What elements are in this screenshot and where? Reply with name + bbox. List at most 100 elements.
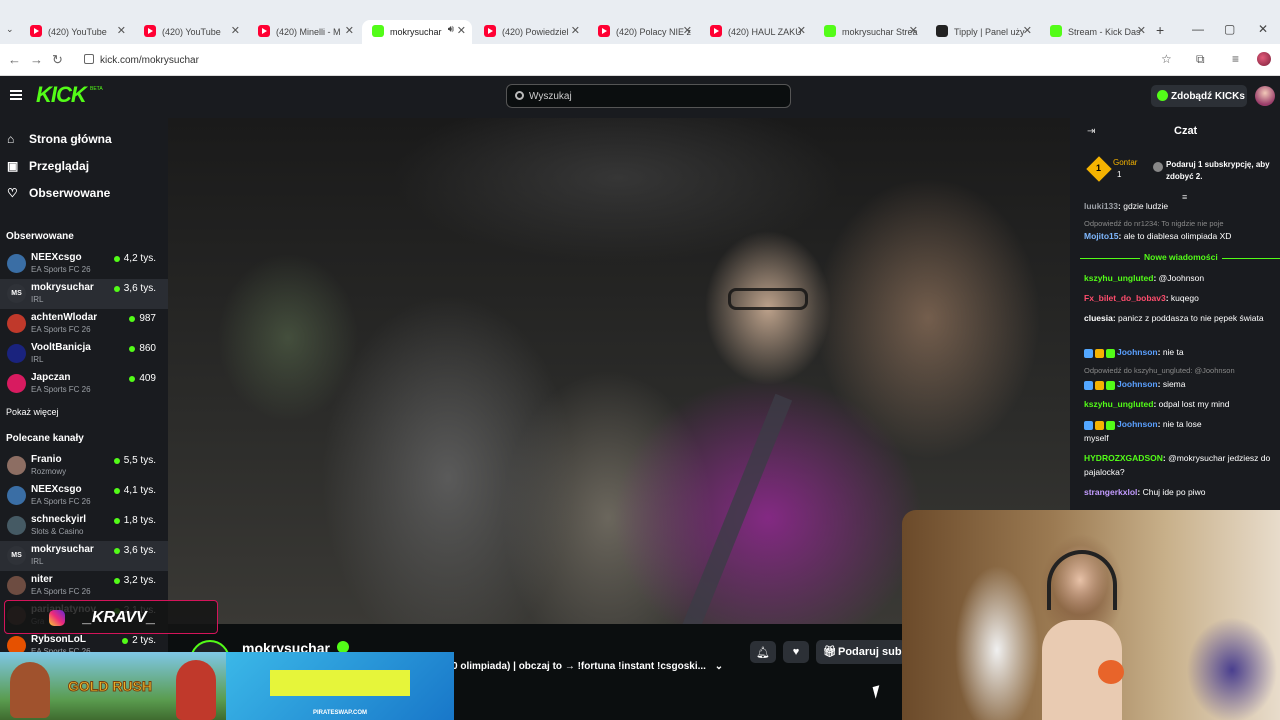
extensions-icon[interactable]: ⧉ — [1196, 52, 1205, 67]
maximize-icon[interactable]: ▢ — [1224, 22, 1235, 36]
minimize-icon[interactable]: — — [1192, 22, 1204, 36]
reload-icon[interactable]: ↻ — [52, 52, 63, 68]
channel-item[interactable]: Japczan EA Sports FC 26 409 — [0, 369, 168, 399]
browser-tab-title: mokrysuchar — [390, 27, 442, 37]
chat-username[interactable]: Joohnson — [1117, 347, 1158, 357]
browser-profile-avatar[interactable] — [1257, 52, 1271, 66]
channel-avatar — [7, 254, 26, 273]
bell-icon: 🔔︎ — [756, 646, 770, 659]
browser-tab[interactable]: (420) YouTube ✕ — [134, 20, 246, 44]
chat-message[interactable]: HYDROZXGADSON: @mokrysuchar jedziesz do — [1084, 452, 1280, 464]
channel-item[interactable]: Franio Rozmowy 5,5 tys. — [0, 451, 168, 481]
channel-item[interactable]: NEEXcsgo EA Sports FC 26 4,2 tys. — [0, 249, 168, 279]
close-tab-icon[interactable]: ✕ — [571, 24, 580, 37]
chat-username[interactable]: HYDROZXGADSON — [1084, 453, 1163, 463]
chat-username[interactable]: luuki133 — [1084, 201, 1118, 211]
chat-message[interactable]: cluesia: panicz z poddasza to nie pępek … — [1084, 312, 1280, 324]
close-tab-icon[interactable]: ✕ — [1137, 24, 1146, 37]
browser-tab[interactable]: (420) Minelli - M ✕ — [248, 20, 360, 44]
url-field[interactable]: kick.com/mokrysuchar — [78, 49, 1178, 71]
speaker-icon[interactable]: 🔊︎ — [448, 24, 454, 35]
chat-message-text: ale to diablesa olimpiada XD — [1123, 231, 1232, 241]
collapse-chat-icon[interactable]: ⇥ — [1087, 126, 1095, 137]
tab-search-icon[interactable]: ⌄ — [6, 24, 14, 35]
browser-tab[interactable]: (420) HAUL ZAKU ✕ — [700, 20, 812, 44]
browser-tab[interactable]: (420) Polacy NIE z ✕ — [588, 20, 698, 44]
new-tab-button[interactable]: + — [1156, 22, 1164, 38]
chat-message[interactable]: Joohnson: nie ta lose — [1084, 418, 1280, 431]
chat-username[interactable]: strangerkxlol — [1084, 487, 1137, 497]
info-icon[interactable] — [1153, 162, 1163, 172]
viewer-count-text: 2 tys. — [132, 635, 156, 646]
sidebar-nav-following[interactable]: ♡ Obserwowane — [0, 181, 110, 205]
close-tab-icon[interactable]: ✕ — [1023, 24, 1032, 37]
chat-message[interactable]: luuki133: gdzie ludzie — [1084, 200, 1280, 212]
chat-message[interactable]: Joohnson: nie ta — [1084, 346, 1280, 359]
media-icon[interactable]: ≡ — [1232, 52, 1239, 66]
chat-username[interactable]: Fx_bilet_do_bobav3 — [1084, 293, 1166, 303]
chat-message[interactable]: kszyhu_ungluted: odpal lost my mind — [1084, 398, 1280, 410]
chat-message[interactable]: Joohnson: siema — [1084, 378, 1280, 391]
chat-message[interactable]: kszyhu_ungluted: @Joohnson — [1084, 272, 1280, 284]
forward-icon[interactable]: → — [30, 52, 43, 67]
chat-username[interactable]: Mojito15 — [1084, 231, 1118, 241]
site-info-icon[interactable] — [84, 54, 94, 64]
close-tab-icon[interactable]: ✕ — [457, 24, 466, 37]
close-tab-icon[interactable]: ✕ — [345, 24, 354, 37]
new-messages-divider[interactable]: Nowe wiadomości — [1080, 252, 1280, 264]
pirateswap-text: PIRATESWAP.COM — [312, 710, 368, 716]
close-tab-icon[interactable]: ✕ — [683, 24, 692, 37]
close-tab-icon[interactable]: ✕ — [909, 24, 918, 37]
show-more-link[interactable]: Pokaż więcej — [6, 407, 59, 417]
channel-item[interactable]: MS mokrysuchar IRL 3,6 tys. — [0, 541, 168, 571]
bookmark-star-icon[interactable]: ☆ — [1161, 52, 1172, 66]
viewer-count-text: 860 — [139, 343, 156, 354]
get-kicks-button[interactable]: Zdobądź KICKs — [1151, 85, 1247, 107]
browser-tab[interactable]: Tipply | Panel uży ✕ — [926, 20, 1038, 44]
chat-username[interactable]: kszyhu_ungluted — [1084, 399, 1153, 409]
chat-message[interactable]: Mojito15: ale to diablesa olimpiada XD — [1084, 230, 1280, 242]
chat-message[interactable]: pajalocka? — [1084, 466, 1280, 478]
back-icon[interactable]: ← — [8, 52, 21, 67]
channel-item[interactable]: VooltBanicja IRL 860 — [0, 339, 168, 369]
chat-message[interactable]: strangerkxlol: Chuj ide po piwo — [1084, 486, 1280, 498]
chat-username[interactable]: kszyhu_ungluted — [1084, 273, 1153, 283]
browse-icon: ▣ — [7, 159, 19, 173]
close-tab-icon[interactable]: ✕ — [797, 24, 806, 37]
browser-tab[interactable]: mokrysuchar Strea ✕ — [814, 20, 924, 44]
live-dot-icon — [122, 637, 129, 644]
chat-username[interactable]: Joohnson — [1117, 419, 1158, 429]
gift-leaderboard-banner[interactable]: 1 Gontar 1 Podaruj 1 subskrypcję, aby zd… — [1080, 154, 1280, 186]
user-avatar[interactable] — [1255, 86, 1275, 106]
instagram-overlay: _KRAVV_ — [4, 600, 218, 634]
chat-message-text: odpal lost my mind — [1158, 399, 1230, 409]
gift-subs-button[interactable]: 🎁︎ Podaruj subs — [816, 640, 906, 664]
browser-tab-title: (420) Powiedziel — [502, 27, 569, 37]
browser-tab[interactable]: Stream - Kick Das ✕ — [1040, 20, 1152, 44]
chat-username[interactable]: cluesia — [1084, 313, 1113, 323]
channel-item[interactable]: achtenWlodar EA Sports FC 26 987 — [0, 309, 168, 339]
kick-logo[interactable]: KICK — [36, 82, 87, 108]
close-tab-icon[interactable]: ✕ — [117, 24, 126, 37]
channel-item[interactable]: MS mokrysuchar IRL 3,6 tys. — [0, 279, 168, 309]
channel-item[interactable]: niter EA Sports FC 26 3,2 tys. — [0, 571, 168, 601]
browser-tab[interactable]: (420) YouTube ✕ — [20, 20, 132, 44]
chat-message[interactable]: Fx_bilet_do_bobav3: kuqego — [1084, 292, 1280, 304]
browser-tab[interactable]: (420) Powiedziel ✕ — [474, 20, 586, 44]
channel-item[interactable]: schneckyirl Slots & Casino 1,8 tys. — [0, 511, 168, 541]
search-input[interactable]: Wyszukaj — [506, 84, 791, 108]
close-tab-icon[interactable]: ✕ — [231, 24, 240, 37]
chat-message[interactable]: myself — [1084, 432, 1280, 444]
notifications-button[interactable]: 🔔︎ — [750, 641, 776, 663]
sidebar-nav-browse[interactable]: ▣ Przeglądaj — [0, 154, 89, 178]
follow-button[interactable]: ♥ — [783, 641, 809, 663]
window-close-icon[interactable]: ✕ — [1258, 22, 1268, 36]
channel-item[interactable]: NEEXcsgo EA Sports FC 26 4,1 tys. — [0, 481, 168, 511]
chat-username[interactable]: Joohnson — [1117, 379, 1158, 389]
gift-subs-label: Podaruj subs — [838, 646, 906, 658]
sidebar-nav-home[interactable]: ⌂ Strona główna — [0, 127, 112, 151]
browser-tab[interactable]: mokrysuchar 🔊︎ ✕ — [362, 20, 472, 44]
viewer-count-text: 3,2 tys. — [123, 575, 156, 586]
chevron-down-icon[interactable]: ⌄ — [715, 661, 723, 672]
menu-icon[interactable] — [10, 90, 22, 100]
